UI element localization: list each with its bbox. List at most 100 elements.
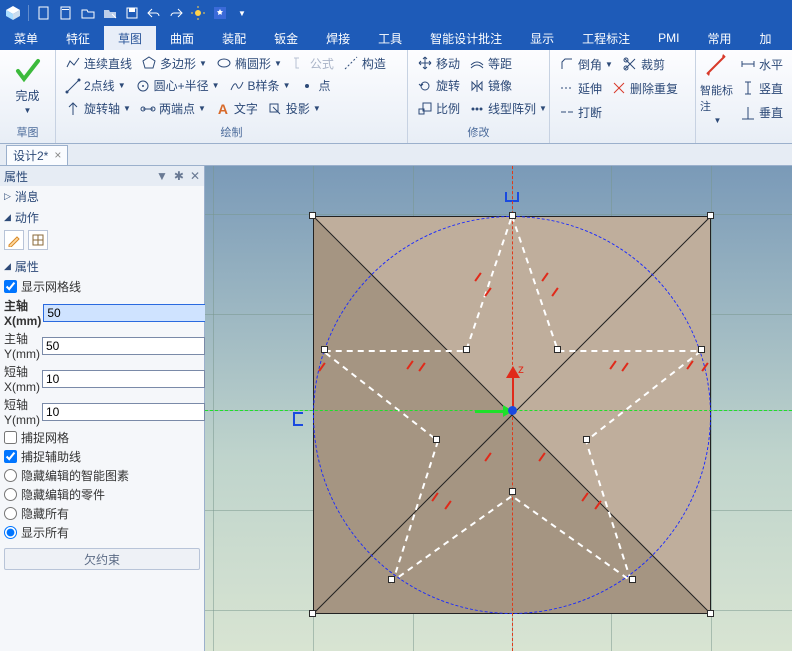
hide-all-row: 隐藏所有 (0, 504, 204, 523)
minor-y-row: 短轴Y(mm) (0, 395, 204, 428)
dropdown-icon[interactable]: ▼ (233, 4, 251, 22)
cmd-linear-pattern[interactable]: 线型阵列▼ (466, 100, 550, 117)
major-y-row: 主轴Y(mm) (0, 329, 204, 362)
cmd-polyline[interactable]: 连续直线 (62, 55, 135, 72)
hide-all-radio[interactable] (4, 507, 17, 520)
cmd-delete-dup[interactable]: 删除重复 (608, 80, 681, 97)
cmd-mirror[interactable]: 镜像 (466, 77, 515, 94)
section-actions[interactable]: ◢动作 (0, 207, 204, 228)
action-grid-button[interactable] (28, 230, 48, 250)
under-constrained-row: 欠约束 (4, 548, 200, 570)
menu-pmi[interactable]: PMI (644, 26, 693, 50)
smart-dimension-button[interactable]: 智能标注 ▼ (700, 52, 735, 125)
undo-icon[interactable] (145, 4, 163, 22)
show-all-row: 显示所有 (0, 523, 204, 542)
cmd-move[interactable]: 移动 (414, 55, 463, 72)
section-messages[interactable]: ▷消息 (0, 186, 204, 207)
hide-part-label: 隐藏编辑的零件 (21, 486, 105, 503)
new-2-icon[interactable] (57, 4, 75, 22)
cmd-extend[interactable]: 延伸 (556, 80, 605, 97)
cmd-rotation-axis[interactable]: 旋转轴▼ (62, 100, 134, 117)
panel-dropdown-icon[interactable]: ▼ (156, 169, 168, 183)
redo-icon[interactable] (167, 4, 185, 22)
close-icon[interactable]: × (54, 148, 61, 162)
hide-part-radio[interactable] (4, 488, 17, 501)
panel-close-icon[interactable]: ✕ (190, 169, 200, 183)
show-all-radio[interactable] (4, 526, 17, 539)
cmd-perp-dim[interactable]: 垂直 (737, 104, 786, 121)
ribbon-group-sketch-label: 草图 (0, 122, 55, 143)
new-doc-icon[interactable] (35, 4, 53, 22)
menu-assembly[interactable]: 装配 (208, 26, 260, 50)
action-edit-button[interactable] (4, 230, 24, 250)
ribbon-group-edit: 倒角▼ 裁剪 延伸 删除重复 打断 (550, 50, 696, 143)
major-y-input[interactable] (42, 337, 205, 355)
minor-x-input[interactable] (42, 370, 205, 388)
cmd-project[interactable]: 投影▼ (264, 100, 324, 117)
cmd-ellipse[interactable]: 椭圆形▼ (213, 55, 285, 72)
menu-sheetmetal[interactable]: 钣金 (260, 26, 312, 50)
cmd-horizontal-dim[interactable]: 水平 (737, 56, 786, 73)
document-tab-label: 设计2* (13, 147, 48, 164)
save-icon[interactable] (123, 4, 141, 22)
property-panel: 属性 ▼ ✱ ✕ ▷消息 ◢动作 ◢属性 显示网格线 主轴X(mm) 主轴Y(m… (0, 166, 205, 651)
cmd-chamfer[interactable]: 倒角▼ (556, 56, 616, 73)
cmd-formula[interactable]: 公式 (288, 55, 337, 72)
hide-all-label: 隐藏所有 (21, 505, 69, 522)
section-attributes[interactable]: ◢属性 (0, 256, 204, 277)
major-x-label: 主轴X(mm) (4, 297, 41, 328)
complete-button[interactable]: 完成 ▼ (4, 52, 51, 120)
major-x-input[interactable] (43, 304, 206, 322)
cmd-trim[interactable]: 裁剪 (619, 56, 668, 73)
cmd-vertical-dim[interactable]: 竖直 (737, 80, 786, 97)
menu-more[interactable]: 加 (746, 26, 786, 50)
cmd-text[interactable]: A文字 (212, 100, 261, 117)
show-grid-checkbox[interactable] (4, 280, 17, 293)
cmd-offset[interactable]: 等距 (466, 55, 515, 72)
recent-icon[interactable] (101, 4, 119, 22)
cmd-break[interactable]: 打断 (556, 104, 605, 121)
menu-tools[interactable]: 工具 (364, 26, 416, 50)
snap-grid-checkbox[interactable] (4, 431, 17, 444)
minor-y-input[interactable] (42, 403, 205, 421)
menu-annot[interactable]: 智能设计批注 (416, 26, 516, 50)
show-grid-row: 显示网格线 (0, 277, 204, 296)
menu-feature[interactable]: 特征 (52, 26, 104, 50)
menu-main[interactable]: 菜单 (0, 26, 52, 50)
panel-pin-icon[interactable]: ✱ (174, 169, 184, 183)
canvas[interactable]: z (205, 166, 792, 651)
cmd-rotate[interactable]: 旋转 (414, 77, 463, 94)
document-tab[interactable]: 设计2* × (6, 145, 68, 165)
chevron-down-icon: ▼ (24, 106, 32, 115)
hide-part-row: 隐藏编辑的零件 (0, 485, 204, 504)
z-label: z (518, 362, 524, 376)
cmd-point[interactable]: 点 (296, 77, 333, 94)
cmd-circle-center[interactable]: 圆心+半径▼ (132, 77, 223, 94)
cmd-bspline[interactable]: B样条▼ (226, 77, 294, 94)
cmd-endpoints[interactable]: 两端点▼ (137, 100, 209, 117)
cmd-construct[interactable]: 构造 (340, 55, 389, 72)
menu-drawing[interactable]: 工程标注 (568, 26, 644, 50)
under-constrained-button[interactable]: 欠约束 (4, 548, 200, 570)
menu-display[interactable]: 显示 (516, 26, 568, 50)
app-icon[interactable] (4, 4, 22, 22)
menu-common[interactable]: 常用 (694, 26, 746, 50)
cmd-2point-line[interactable]: 2点线▼ (62, 77, 129, 94)
snap-grid-label: 捕捉网格 (21, 429, 69, 446)
hide-smart-label: 隐藏编辑的智能图素 (21, 467, 129, 484)
snap-guide-checkbox[interactable] (4, 450, 17, 463)
grid-star-icon[interactable] (211, 4, 229, 22)
major-x-row: 主轴X(mm) (0, 296, 204, 329)
cmd-scale[interactable]: 比例 (414, 100, 463, 117)
hide-smart-radio[interactable] (4, 469, 17, 482)
perp-marker (293, 412, 303, 426)
sun-icon[interactable] (189, 4, 207, 22)
ribbon-group-modify: 移动 等距 旋转 镜像 比例 线型阵列▼ 修改 (408, 50, 550, 143)
menu-sketch[interactable]: 草图 (104, 26, 156, 50)
menu-weld[interactable]: 焊接 (312, 26, 364, 50)
cmd-polygon[interactable]: 多边形▼ (138, 55, 210, 72)
minor-y-label: 短轴Y(mm) (4, 396, 40, 427)
menu-surface[interactable]: 曲面 (156, 26, 208, 50)
open-icon[interactable] (79, 4, 97, 22)
complete-label: 完成 (15, 87, 39, 104)
